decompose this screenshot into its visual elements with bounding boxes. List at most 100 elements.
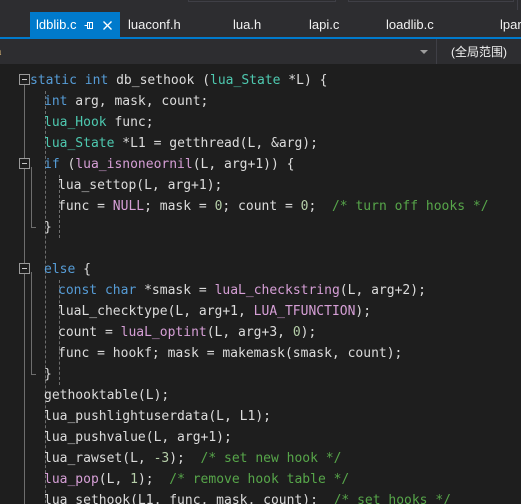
code-line[interactable]: lua_sethook(L1, func, mask, count); /* s… (44, 490, 451, 504)
tab-label: lua.h (233, 17, 262, 32)
code-token: /* turn off hooks */ (331, 199, 489, 214)
code-token: *smask = (136, 283, 215, 298)
toolbar-divider (517, 0, 518, 10)
code-token: static (30, 73, 77, 88)
code-token: LUA_TFUNCTION (253, 304, 356, 319)
code-token: int (44, 94, 68, 109)
tab-label: lpar (500, 17, 521, 32)
code-token: if (44, 157, 60, 172)
code-token: lua_rawset(L, (44, 451, 154, 466)
toolbar-strip (0, 0, 521, 12)
close-icon[interactable] (102, 20, 113, 31)
code-line[interactable]: lua_pushvalue(L, arg+1); (44, 427, 232, 448)
editor-tab-luaconf-h[interactable]: luaconf.h (122, 12, 192, 38)
code-token: (L, (98, 472, 131, 487)
fold-region-line (31, 167, 32, 227)
code-line[interactable]: const char *smask = luaL_checkstring(L, … (58, 280, 426, 301)
navigation-bar: a (全局范围) (0, 39, 521, 64)
code-token: 0 (292, 325, 301, 340)
navbar-member-value: a (0, 44, 1, 59)
code-token: 0 (300, 199, 309, 214)
code-token: lua_pushvalue(L, arg+1); (44, 430, 232, 445)
code-line[interactable]: else { (44, 259, 91, 280)
code-line[interactable]: luaL_checktype(L, arg+1, LUA_TFUNCTION); (58, 301, 371, 322)
code-line[interactable]: int arg, mask, count; (44, 91, 208, 112)
navbar-scope-value: (全局范围) (451, 45, 507, 59)
code-line[interactable]: lua_State *L1 = getthread(L, &arg); (44, 133, 318, 154)
code-token: char (104, 283, 137, 298)
tab-label: lapi.c (309, 17, 340, 32)
code-token: ( (59, 157, 76, 172)
fold-collapse-button[interactable] (19, 158, 30, 169)
code-token: luaL_checktype(L, arg+1, (58, 304, 254, 319)
code-token: ; (308, 199, 332, 214)
code-token: ; count = (222, 199, 301, 214)
code-token: (L, arg+1)) { (192, 157, 295, 172)
code-line[interactable]: lua_settop(L, arg+1); (58, 175, 222, 196)
code-token: db_sethook ( (108, 73, 211, 88)
editor-window: ldblib.c luaconf.h lua.h lapi.c loadlib.c lpa… (0, 0, 521, 504)
editor-tab-lapi-c[interactable]: lapi.c (303, 12, 349, 38)
fold-region-line (24, 83, 25, 504)
code-token: /* remove hook table */ (169, 472, 350, 487)
code-editor[interactable]: static int db_sethook (lua_State *L) {in… (0, 64, 521, 504)
navbar-scope-dropdown[interactable]: (全局范围) (437, 39, 521, 64)
toolbar-combo-2[interactable] (348, 0, 514, 2)
code-token: ; mask = (144, 199, 215, 214)
tab-icon-group (84, 20, 113, 31)
code-line[interactable]: lua_pop(L, 1); /* remove hook table */ (44, 469, 349, 490)
code-surface[interactable]: static int db_sethook (lua_State *L) {in… (0, 64, 521, 504)
code-token: lua_settop(L, arg+1); (58, 178, 223, 193)
code-line[interactable]: lua_pushlightuserdata(L, L1); (44, 406, 271, 427)
fold-region-end-tick (31, 227, 36, 228)
code-line[interactable]: lua_Hook func; (44, 112, 154, 133)
navbar-member-dropdown[interactable]: a (0, 39, 437, 64)
code-line[interactable]: func = hookf; mask = makemask(smask, cou… (58, 343, 402, 364)
fold-collapse-button[interactable] (19, 263, 30, 274)
code-line[interactable]: func = NULL; mask = 0; count = 0; /* tur… (58, 196, 489, 217)
code-line[interactable]: } (44, 364, 52, 385)
code-token: ); (137, 472, 170, 487)
fold-collapse-button[interactable] (19, 74, 30, 85)
code-line[interactable]: lua_rawset(L, -3); /* set new hook */ (44, 448, 341, 469)
chevron-down-icon[interactable] (420, 50, 428, 54)
code-token: -3 (153, 451, 170, 466)
code-token: lua_sethook(L1, func, mask, count); (44, 493, 334, 504)
code-token: NULL (112, 199, 145, 214)
code-token: { (75, 262, 91, 277)
editor-tab-lua-h[interactable]: lua.h (227, 12, 275, 38)
code-token: ); (300, 325, 317, 340)
code-token: else (44, 262, 76, 277)
code-token: const (58, 283, 98, 298)
code-token: count = (58, 325, 121, 340)
code-token: func = hookf; mask = makemask(smask, cou… (58, 346, 403, 361)
code-token: /* set hooks */ (333, 493, 451, 504)
toolbar-combo-1[interactable] (188, 0, 336, 2)
code-token: } (44, 367, 52, 382)
code-line[interactable]: } (44, 217, 52, 238)
code-line[interactable]: gethooktable(L); (44, 385, 169, 406)
code-line[interactable]: static int db_sethook (lua_State *L) { (30, 70, 327, 91)
tab-label: ldblib.c (36, 17, 77, 32)
code-token: (L, arg+3, (206, 325, 293, 340)
code-token: lua_State (210, 73, 281, 88)
editor-tab-ldblib-c[interactable]: ldblib.c (30, 12, 120, 38)
code-token: lua_pop (44, 472, 99, 487)
editor-tab-lpar[interactable]: lpar (494, 12, 521, 38)
code-token: ); (169, 451, 201, 466)
code-token: func = (58, 199, 113, 214)
code-token: lua_pushlightuserdata(L, L1); (44, 409, 271, 424)
tab-label: luaconf.h (128, 17, 181, 32)
code-line[interactable]: count = luaL_optint(L, arg+3, 0); (58, 322, 316, 343)
code-token: *L1 = getthread(L, &arg); (114, 136, 318, 151)
code-line[interactable]: if (lua_isnoneornil(L, arg+1)) { (44, 154, 294, 175)
pin-icon[interactable] (84, 20, 95, 31)
code-token: } (44, 220, 52, 235)
code-token: /* set new hook */ (200, 451, 342, 466)
code-token: *L) { (280, 73, 328, 88)
tab-label: loadlib.c (386, 17, 434, 32)
code-token: ); (355, 304, 372, 319)
editor-tab-loadlib-c[interactable]: loadlib.c (380, 12, 446, 38)
